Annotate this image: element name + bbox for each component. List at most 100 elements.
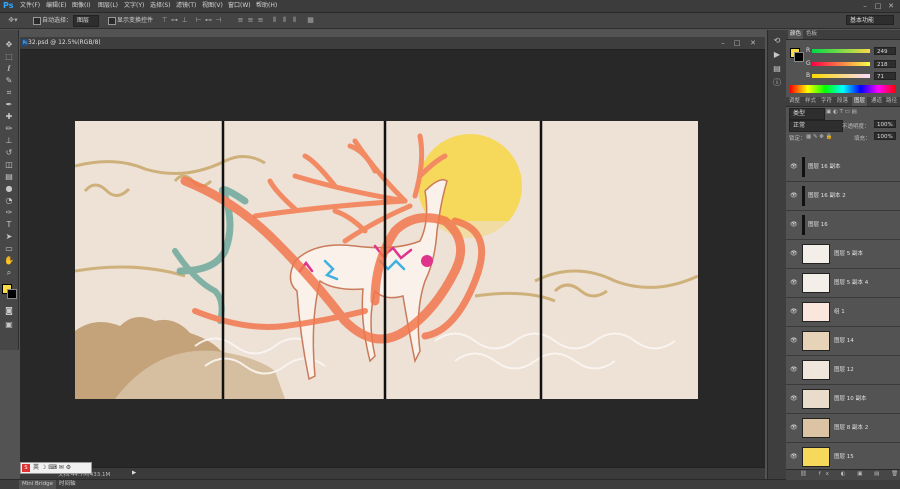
doc-restore-icon[interactable]: □: [732, 39, 742, 47]
actions-panel-icon[interactable]: ▶: [771, 50, 783, 60]
canvas-artwork[interactable]: [75, 121, 698, 399]
g-slider[interactable]: [812, 62, 870, 66]
tab-styles[interactable]: 样式: [805, 97, 816, 106]
stamp-tool-icon[interactable]: ⊥: [3, 136, 15, 146]
layer-row[interactable]: 👁 图层 10 副本: [786, 385, 900, 414]
layer-row[interactable]: 👁 组 1: [786, 298, 900, 327]
menu-edit[interactable]: 编辑(E): [46, 0, 66, 12]
visibility-eye-icon[interactable]: 👁: [790, 337, 798, 345]
screen-mode-icon[interactable]: ▣: [3, 320, 15, 330]
minimize-icon[interactable]: –: [860, 2, 870, 10]
layer-filter-dropdown[interactable]: 类型: [789, 108, 825, 120]
close-icon[interactable]: ✕: [886, 2, 896, 10]
menu-image[interactable]: 图像(I): [72, 0, 90, 12]
layer-row[interactable]: 👁 图层 12: [786, 356, 900, 385]
distribute-right-icon[interactable]: ⦀: [290, 16, 299, 25]
visibility-eye-icon[interactable]: 👁: [790, 424, 798, 432]
layer-filter-icons[interactable]: ▣ ◐ T ▭ ▤: [826, 109, 857, 115]
distribute-vcenter-icon[interactable]: ≡: [246, 16, 255, 25]
visibility-eye-icon[interactable]: 👁: [790, 163, 798, 171]
menu-window[interactable]: 窗口(W): [228, 0, 251, 12]
history-brush-icon[interactable]: ↺: [3, 148, 15, 158]
distribute-bottom-icon[interactable]: ≡: [256, 16, 265, 25]
eraser-tool-icon[interactable]: ◫: [3, 160, 15, 170]
history-panel-icon[interactable]: ⟲: [771, 36, 783, 46]
b-slider[interactable]: [812, 74, 870, 78]
g-value[interactable]: 218: [874, 60, 896, 68]
tab-swatches[interactable]: 色板: [806, 30, 817, 39]
menu-help[interactable]: 帮助(H): [256, 0, 277, 12]
marquee-tool-icon[interactable]: ⬚: [3, 52, 15, 62]
auto-align-icon[interactable]: ▦: [306, 16, 315, 25]
document-tab[interactable]: Ps 32.psd @ 12.5%(RGB/8) – □ ✕: [20, 37, 765, 50]
blend-mode-dropdown[interactable]: 正常: [789, 120, 843, 132]
lock-icons[interactable]: ▦ ✎ ✥ 🔒: [806, 134, 833, 140]
info-panel-icon[interactable]: ⓘ: [771, 78, 783, 88]
doc-close-icon[interactable]: ✕: [748, 39, 758, 47]
status-arrow-icon[interactable]: ▶: [132, 470, 136, 476]
quick-mask-icon[interactable]: ◙: [3, 306, 15, 316]
align-bottom-icon[interactable]: ⊥: [180, 16, 189, 25]
layers-footer-icons[interactable]: ⛓ fx ◐ ▣ ▤ 🗑: [800, 471, 900, 477]
healing-tool-icon[interactable]: ✚: [3, 112, 15, 122]
distribute-top-icon[interactable]: ≡: [236, 16, 245, 25]
align-hcenter-icon[interactable]: ⊷: [204, 16, 213, 25]
gradient-tool-icon[interactable]: ▤: [3, 172, 15, 182]
align-vcenter-icon[interactable]: ⊶: [170, 16, 179, 25]
menu-layer[interactable]: 图层(L): [98, 0, 118, 12]
align-top-icon[interactable]: ⊤: [160, 16, 169, 25]
move-tool-icon[interactable]: ✥: [3, 40, 15, 50]
tab-layers[interactable]: 图层: [852, 97, 868, 106]
visibility-eye-icon[interactable]: 👁: [790, 250, 798, 258]
menu-filter[interactable]: 滤镜(T): [176, 0, 196, 12]
visibility-eye-icon[interactable]: 👁: [790, 395, 798, 403]
r-value[interactable]: 249: [874, 47, 896, 55]
move-tool-preset-icon[interactable]: ✥▾: [6, 16, 20, 25]
brush-tool-icon[interactable]: ✏: [3, 124, 15, 134]
background-color-swatch[interactable]: [7, 289, 17, 299]
layer-row[interactable]: 👁 图层 16 副本 2: [786, 182, 900, 211]
menu-file[interactable]: 文件(F): [20, 0, 40, 12]
b-value[interactable]: 71: [874, 72, 896, 80]
color-bg-swatch[interactable]: [794, 52, 804, 62]
color-spectrum-bar[interactable]: [790, 85, 896, 93]
type-tool-icon[interactable]: T: [3, 220, 15, 230]
menu-select[interactable]: 选择(S): [150, 0, 171, 12]
auto-select-dropdown[interactable]: 图层: [73, 15, 99, 27]
align-right-icon[interactable]: ⊣: [214, 16, 223, 25]
auto-select-checkbox[interactable]: [33, 17, 41, 25]
tab-adjustments[interactable]: 调整: [789, 97, 800, 106]
visibility-eye-icon[interactable]: 👁: [790, 221, 798, 229]
layer-row[interactable]: 👁 图层 8 副本 2: [786, 414, 900, 443]
lasso-tool-icon[interactable]: ℓ: [3, 64, 15, 74]
maximize-icon[interactable]: □: [873, 2, 883, 10]
r-slider[interactable]: [812, 49, 870, 53]
tab-paths[interactable]: 路径: [886, 97, 897, 106]
pen-tool-icon[interactable]: ✑: [3, 208, 15, 218]
zoom-tool-icon[interactable]: ⌕: [3, 268, 15, 278]
layer-row[interactable]: 👁 图层 14: [786, 327, 900, 356]
fill-value[interactable]: 100%: [874, 132, 896, 140]
layer-row[interactable]: 👁 图层 5 副本: [786, 240, 900, 269]
shape-tool-icon[interactable]: ▭: [3, 244, 15, 254]
visibility-eye-icon[interactable]: 👁: [790, 308, 798, 316]
ime-toolbar[interactable]: S 英 ☽ ⌨ ✉ ⚙: [20, 462, 92, 474]
visibility-eye-icon[interactable]: 👁: [790, 453, 798, 461]
doc-minimize-icon[interactable]: –: [718, 39, 728, 47]
crop-tool-icon[interactable]: ⌗: [3, 88, 15, 98]
eyedropper-tool-icon[interactable]: ✒: [3, 100, 15, 110]
menu-view[interactable]: 视图(V): [202, 0, 223, 12]
show-transform-checkbox[interactable]: [108, 17, 116, 25]
menu-type[interactable]: 文字(Y): [124, 0, 144, 12]
layer-row[interactable]: 👁 图层 16 副本: [786, 153, 900, 182]
layer-row[interactable]: 👁 图层 16: [786, 211, 900, 240]
align-left-icon[interactable]: ⊢: [194, 16, 203, 25]
tab-color[interactable]: 颜色: [788, 30, 804, 39]
distribute-hcenter-icon[interactable]: ⦀: [280, 16, 289, 25]
tab-paragraph[interactable]: 段落: [837, 97, 848, 106]
tab-channels[interactable]: 通道: [871, 97, 882, 106]
tab-character[interactable]: 字符: [821, 97, 832, 106]
workspace-switcher[interactable]: 基本功能: [846, 15, 894, 25]
visibility-eye-icon[interactable]: 👁: [790, 366, 798, 374]
distribute-left-icon[interactable]: ⦀: [270, 16, 279, 25]
